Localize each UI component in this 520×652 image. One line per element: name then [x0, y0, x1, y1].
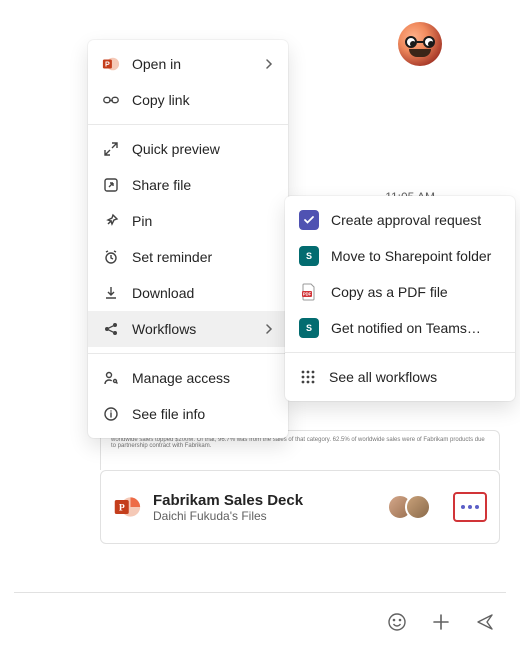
collaborator-avatars[interactable]: [387, 494, 431, 520]
menu-label: Pin: [132, 213, 152, 229]
compose-bar: [14, 592, 506, 638]
file-more-actions-button[interactable]: [453, 492, 487, 522]
workflow-move-sharepoint[interactable]: S Move to Sharepoint folder: [285, 238, 515, 274]
menu-label: See all workflows: [329, 369, 437, 385]
menu-label: Move to Sharepoint folder: [331, 248, 491, 264]
svg-text:P: P: [105, 60, 110, 69]
chevron-right-icon: [264, 59, 274, 69]
attach-button[interactable]: [430, 611, 452, 633]
workflow-create-approval[interactable]: Create approval request: [285, 202, 515, 238]
menu-download[interactable]: Download: [88, 275, 288, 311]
file-location: Daichi Fukuda's Files: [153, 509, 375, 523]
menu-label: Copy link: [132, 92, 190, 108]
download-icon: [102, 284, 120, 302]
menu-label: Copy as a PDF file: [331, 284, 448, 300]
menu-quick-preview[interactable]: Quick preview: [88, 131, 288, 167]
menu-label: Download: [132, 285, 194, 301]
sharepoint-app-icon: S: [299, 318, 319, 338]
apps-grid-icon: [299, 368, 317, 386]
sender-avatar[interactable]: [398, 22, 442, 66]
powerpoint-icon: P: [113, 493, 141, 521]
emoji-button[interactable]: [386, 611, 408, 633]
pdf-icon: PDF: [299, 282, 319, 302]
menu-label: Set reminder: [132, 249, 212, 265]
chat-area: 11:05 AM worldwide sales topped $200M. O…: [0, 0, 520, 652]
menu-label: Share file: [132, 177, 191, 193]
menu-share-file[interactable]: Share file: [88, 167, 288, 203]
link-icon: [102, 91, 120, 109]
svg-text:S: S: [306, 323, 312, 333]
approvals-app-icon: [299, 210, 319, 230]
menu-label: Manage access: [132, 370, 230, 386]
workflows-submenu: Create approval request S Move to Sharep…: [285, 196, 515, 401]
share-nodes-icon: [102, 320, 120, 338]
pin-icon: [102, 212, 120, 230]
sharepoint-app-icon: S: [299, 246, 319, 266]
menu-label: Create approval request: [331, 212, 481, 228]
menu-label: Quick preview: [132, 141, 220, 157]
menu-label: Open in: [132, 56, 181, 72]
menu-workflows[interactable]: Workflows: [88, 311, 288, 347]
send-button[interactable]: [474, 611, 496, 633]
menu-manage-access[interactable]: Manage access: [88, 360, 288, 396]
workflow-see-all[interactable]: See all workflows: [285, 359, 515, 395]
menu-see-file-info[interactable]: See file info: [88, 396, 288, 432]
file-title: Fabrikam Sales Deck: [153, 492, 375, 509]
share-arrow-icon: [102, 176, 120, 194]
file-context-menu: P Open in Copy link Quick pre: [88, 40, 288, 438]
menu-separator: [285, 352, 515, 353]
workflow-get-notified-teams[interactable]: S Get notified on Teams…: [285, 310, 515, 346]
powerpoint-icon: P: [102, 55, 120, 73]
chevron-right-icon: [264, 324, 274, 334]
svg-text:PDF: PDF: [303, 292, 312, 297]
menu-separator: [88, 124, 288, 125]
menu-label: Workflows: [132, 321, 196, 337]
info-icon: [102, 405, 120, 423]
menu-pin[interactable]: Pin: [88, 203, 288, 239]
person-key-icon: [102, 369, 120, 387]
menu-label: See file info: [132, 406, 205, 422]
svg-text:S: S: [306, 251, 312, 261]
menu-separator: [88, 353, 288, 354]
svg-text:P: P: [119, 503, 125, 514]
alarm-icon: [102, 248, 120, 266]
file-attachment-card[interactable]: P Fabrikam Sales Deck Daichi Fukuda's Fi…: [100, 470, 500, 544]
file-info: Fabrikam Sales Deck Daichi Fukuda's File…: [153, 492, 375, 523]
menu-copy-link[interactable]: Copy link: [88, 82, 288, 118]
expand-icon: [102, 140, 120, 158]
menu-set-reminder[interactable]: Set reminder: [88, 239, 288, 275]
menu-label: Get notified on Teams…: [331, 320, 481, 336]
menu-open-in[interactable]: P Open in: [88, 46, 288, 82]
workflow-copy-pdf[interactable]: PDF Copy as a PDF file: [285, 274, 515, 310]
